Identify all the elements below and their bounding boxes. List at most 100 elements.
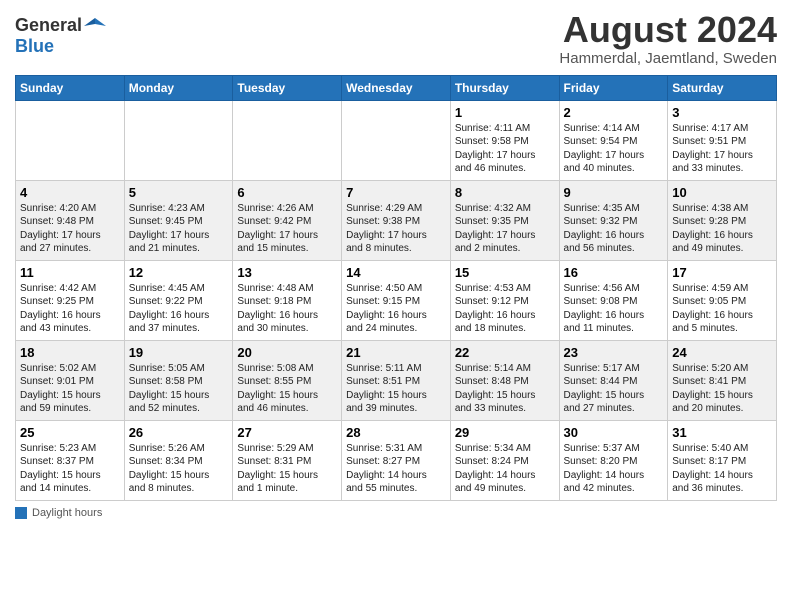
calendar-cell: 6 Sunrise: 4:26 AM Sunset: 9:42 PM Daylig… [233, 180, 342, 260]
calendar-cell: 1Sunrise: 4:11 AM Sunset: 9:58 PM Daylig… [450, 100, 559, 180]
day-number: 13 [237, 265, 337, 280]
day-info: Sunrise: 4:56 AM Sunset: 9:08 PM Dayligh… [564, 282, 664, 336]
day-number: 26 [129, 425, 229, 440]
day-info: Sunrise: 4:32 AM Sunset: 9:35 PM Dayligh… [455, 202, 555, 256]
day-info: Sunrise: 5:05 AM Sunset: 8:58 PM Dayligh… [129, 362, 229, 416]
day-number: 15 [455, 265, 555, 280]
day-info: Sunrise: 5:17 AM Sunset: 8:44 PM Dayligh… [564, 362, 664, 416]
calendar-title: August 2024 [559, 10, 777, 50]
weekday-header: Wednesday [342, 75, 451, 100]
day-number: 28 [346, 425, 446, 440]
day-number: 9 [564, 185, 664, 200]
calendar-cell: 9 Sunrise: 4:35 AM Sunset: 9:32 PM Daylig… [559, 180, 668, 260]
calendar-cell: 10 Sunrise: 4:38 AM Sunset: 9:28 PM Dayli… [668, 180, 777, 260]
day-number: 25 [20, 425, 120, 440]
logo: General Blue [15, 10, 106, 57]
day-info: Sunrise: 5:14 AM Sunset: 8:48 PM Dayligh… [455, 362, 555, 416]
day-info: Sunrise: 5:37 AM Sunset: 8:20 PM Dayligh… [564, 442, 664, 496]
day-number: 18 [20, 345, 120, 360]
header: General Blue August 2024 Hammerdal, Jaem… [15, 10, 777, 67]
calendar-cell: 13 Sunrise: 4:48 AM Sunset: 9:18 PM Dayli… [233, 260, 342, 340]
calendar-cell: 19 Sunrise: 5:05 AM Sunset: 8:58 PM Dayli… [124, 340, 233, 420]
day-info: Sunrise: 4:48 AM Sunset: 9:18 PM Dayligh… [237, 282, 337, 336]
day-number: 7 [346, 185, 446, 200]
calendar-cell: 16 Sunrise: 4:56 AM Sunset: 9:08 PM Dayli… [559, 260, 668, 340]
calendar-cell [342, 100, 451, 180]
calendar-cell: 18 Sunrise: 5:02 AM Sunset: 9:01 PM Dayli… [16, 340, 125, 420]
calendar-cell: 3Sunrise: 4:17 AM Sunset: 9:51 PM Daylig… [668, 100, 777, 180]
calendar-subtitle: Hammerdal, Jaemtland, Sweden [559, 50, 777, 67]
day-number: 17 [672, 265, 772, 280]
day-number: 27 [237, 425, 337, 440]
day-info: Sunrise: 4:29 AM Sunset: 9:38 PM Dayligh… [346, 202, 446, 256]
day-number: 16 [564, 265, 664, 280]
day-info: Sunrise: 5:34 AM Sunset: 8:24 PM Dayligh… [455, 442, 555, 496]
calendar-cell: 25 Sunrise: 5:23 AM Sunset: 8:37 PM Dayli… [16, 420, 125, 500]
calendar-table: SundayMondayTuesdayWednesdayThursdayFrid… [15, 75, 777, 501]
weekday-header: Thursday [450, 75, 559, 100]
weekday-header: Tuesday [233, 75, 342, 100]
daylight-label: Daylight hours [32, 507, 102, 519]
calendar-header: SundayMondayTuesdayWednesdayThursdayFrid… [16, 75, 777, 100]
day-info: Sunrise: 4:59 AM Sunset: 9:05 PM Dayligh… [672, 282, 772, 336]
day-number: 4 [20, 185, 120, 200]
calendar-cell: 8 Sunrise: 4:32 AM Sunset: 9:35 PM Daylig… [450, 180, 559, 260]
calendar-cell: 7 Sunrise: 4:29 AM Sunset: 9:38 PM Daylig… [342, 180, 451, 260]
day-info: Sunrise: 5:20 AM Sunset: 8:41 PM Dayligh… [672, 362, 772, 416]
logo-bird-icon [84, 18, 106, 34]
day-number: 2 [564, 105, 664, 120]
day-info: Sunrise: 4:23 AM Sunset: 9:45 PM Dayligh… [129, 202, 229, 256]
day-number: 31 [672, 425, 772, 440]
calendar-cell: 14 Sunrise: 4:50 AM Sunset: 9:15 PM Dayli… [342, 260, 451, 340]
day-info: Sunrise: 4:50 AM Sunset: 9:15 PM Dayligh… [346, 282, 446, 336]
weekday-header: Sunday [16, 75, 125, 100]
calendar-cell [16, 100, 125, 180]
calendar-cell: 26 Sunrise: 5:26 AM Sunset: 8:34 PM Dayli… [124, 420, 233, 500]
calendar-cell [233, 100, 342, 180]
day-info: Sunrise: 5:31 AM Sunset: 8:27 PM Dayligh… [346, 442, 446, 496]
day-info: Sunrise: 4:26 AM Sunset: 9:42 PM Dayligh… [237, 202, 337, 256]
weekday-header: Friday [559, 75, 668, 100]
day-info: Sunrise: 4:14 AM Sunset: 9:54 PM Dayligh… [564, 122, 664, 176]
day-number: 19 [129, 345, 229, 360]
calendar-cell: 31 Sunrise: 5:40 AM Sunset: 8:17 PM Dayli… [668, 420, 777, 500]
day-info: Sunrise: 5:40 AM Sunset: 8:17 PM Dayligh… [672, 442, 772, 496]
day-info: Sunrise: 5:26 AM Sunset: 8:34 PM Dayligh… [129, 442, 229, 496]
calendar-cell: 23 Sunrise: 5:17 AM Sunset: 8:44 PM Dayli… [559, 340, 668, 420]
calendar-cell: 2 Sunrise: 4:14 AM Sunset: 9:54 PM Daylig… [559, 100, 668, 180]
calendar-cell: 11Sunrise: 4:42 AM Sunset: 9:25 PM Dayli… [16, 260, 125, 340]
day-number: 24 [672, 345, 772, 360]
day-number: 12 [129, 265, 229, 280]
day-info: Sunrise: 5:23 AM Sunset: 8:37 PM Dayligh… [20, 442, 120, 496]
calendar-cell: 29 Sunrise: 5:34 AM Sunset: 8:24 PM Dayli… [450, 420, 559, 500]
day-number: 8 [455, 185, 555, 200]
day-info: Sunrise: 5:29 AM Sunset: 8:31 PM Dayligh… [237, 442, 337, 496]
weekday-header: Saturday [668, 75, 777, 100]
calendar-cell: 30Sunrise: 5:37 AM Sunset: 8:20 PM Dayli… [559, 420, 668, 500]
day-info: Sunrise: 4:35 AM Sunset: 9:32 PM Dayligh… [564, 202, 664, 256]
calendar-cell: 17 Sunrise: 4:59 AM Sunset: 9:05 PM Dayli… [668, 260, 777, 340]
day-number: 11 [20, 265, 120, 280]
day-info: Sunrise: 5:02 AM Sunset: 9:01 PM Dayligh… [20, 362, 120, 416]
calendar-cell [124, 100, 233, 180]
day-info: Sunrise: 5:11 AM Sunset: 8:51 PM Dayligh… [346, 362, 446, 416]
day-number: 6 [237, 185, 337, 200]
calendar-cell: 24 Sunrise: 5:20 AM Sunset: 8:41 PM Dayli… [668, 340, 777, 420]
day-number: 14 [346, 265, 446, 280]
daylight-indicator [15, 507, 27, 519]
calendar-cell: 28 Sunrise: 5:31 AM Sunset: 8:27 PM Dayli… [342, 420, 451, 500]
day-info: Sunrise: 4:17 AM Sunset: 9:51 PM Dayligh… [672, 122, 772, 176]
calendar-cell: 22Sunrise: 5:14 AM Sunset: 8:48 PM Dayli… [450, 340, 559, 420]
day-info: Sunrise: 4:53 AM Sunset: 9:12 PM Dayligh… [455, 282, 555, 336]
day-number: 10 [672, 185, 772, 200]
calendar-cell: 4Sunrise: 4:20 AM Sunset: 9:48 PM Daylig… [16, 180, 125, 260]
calendar-cell: 27 Sunrise: 5:29 AM Sunset: 8:31 PM Dayli… [233, 420, 342, 500]
logo-general-text: General [15, 15, 82, 36]
calendar-cell: 5Sunrise: 4:23 AM Sunset: 9:45 PM Daylig… [124, 180, 233, 260]
day-info: Sunrise: 4:38 AM Sunset: 9:28 PM Dayligh… [672, 202, 772, 256]
day-info: Sunrise: 4:45 AM Sunset: 9:22 PM Dayligh… [129, 282, 229, 336]
day-number: 29 [455, 425, 555, 440]
weekday-header: Monday [124, 75, 233, 100]
day-number: 23 [564, 345, 664, 360]
calendar-cell: 20Sunrise: 5:08 AM Sunset: 8:55 PM Dayli… [233, 340, 342, 420]
